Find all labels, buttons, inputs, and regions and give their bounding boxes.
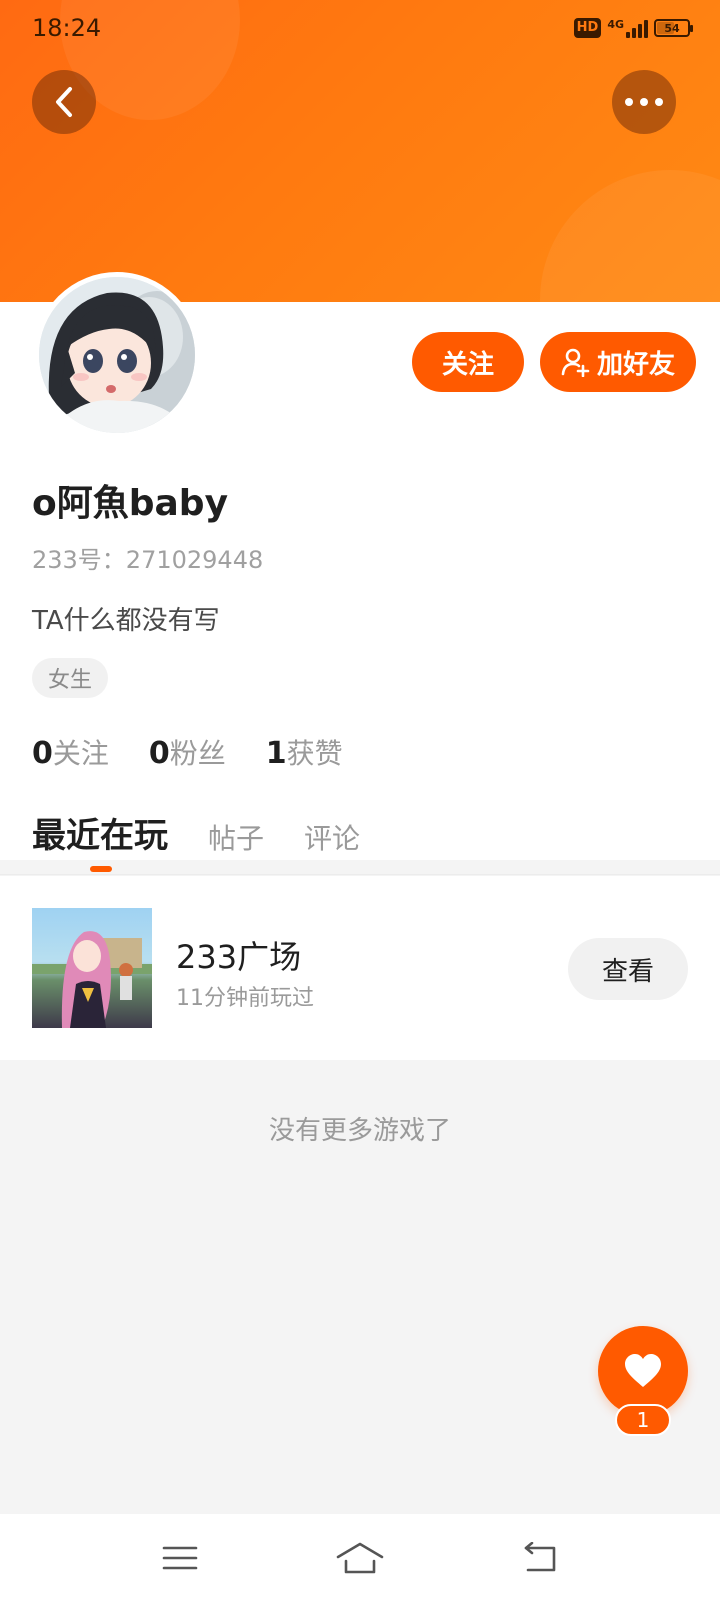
signal-icon: 4G bbox=[607, 18, 648, 38]
add-user-icon bbox=[561, 348, 590, 377]
empty-list-text: 没有更多游戏了 bbox=[268, 1116, 451, 1146]
home-icon[interactable] bbox=[330, 1538, 390, 1578]
gender-tag: 女生 bbox=[32, 658, 109, 698]
game-thumbnail bbox=[32, 908, 152, 1028]
tab-recent-games[interactable]: 最近在玩 bbox=[32, 808, 168, 857]
tab-comments[interactable]: 评论 bbox=[304, 817, 360, 857]
menu-icon[interactable] bbox=[150, 1538, 210, 1578]
chevron-left-icon bbox=[56, 87, 72, 117]
user-bio: TA什么都没有写 bbox=[32, 606, 220, 636]
avatar[interactable] bbox=[34, 272, 200, 438]
follow-button[interactable]: 关注 bbox=[412, 332, 524, 392]
hd-icon: HD bbox=[573, 18, 602, 38]
profile-stats: 0关注 0粉丝 1获赞 bbox=[32, 732, 343, 772]
status-bar: 18:24 HD 4G 54 bbox=[0, 0, 720, 56]
stat-likes[interactable]: 1获赞 bbox=[266, 732, 343, 772]
tab-posts[interactable]: 帖子 bbox=[208, 817, 264, 857]
username: o阿魚baby bbox=[32, 483, 229, 524]
stat-followers[interactable]: 0粉丝 bbox=[149, 732, 226, 772]
system-nav-bar bbox=[0, 1514, 720, 1600]
like-button[interactable] bbox=[598, 1326, 688, 1416]
add-friend-button[interactable]: 加好友 bbox=[540, 332, 696, 392]
back-nav-icon[interactable] bbox=[510, 1538, 570, 1578]
stat-following[interactable]: 0关注 bbox=[32, 732, 109, 772]
game-played-time: 11分钟前玩过 bbox=[176, 986, 314, 1011]
follow-button-label: 关注 bbox=[441, 349, 494, 380]
back-button[interactable] bbox=[32, 70, 96, 134]
game-name: 233广场 bbox=[176, 938, 302, 976]
add-friend-button-label: 加好友 bbox=[596, 349, 675, 380]
tabs-divider bbox=[0, 874, 720, 875]
status-icons: HD 4G 54 bbox=[573, 16, 693, 40]
battery-icon: 54 bbox=[654, 19, 693, 37]
tab-active-indicator bbox=[90, 866, 112, 872]
status-time: 18:24 bbox=[32, 14, 102, 42]
more-button[interactable] bbox=[612, 70, 676, 134]
user-id: 233号：271029448 bbox=[32, 546, 264, 574]
avatar-illustration bbox=[39, 277, 195, 433]
like-count-badge: 1 bbox=[615, 1404, 671, 1436]
list-item[interactable]: 233广场 11分钟前玩过 查看 bbox=[0, 876, 720, 1060]
profile-tabs: 最近在玩 帖子 评论 bbox=[32, 808, 360, 857]
heart-icon bbox=[625, 1354, 661, 1387]
view-game-button[interactable]: 查看 bbox=[568, 938, 688, 1000]
more-dots-icon bbox=[625, 98, 663, 106]
